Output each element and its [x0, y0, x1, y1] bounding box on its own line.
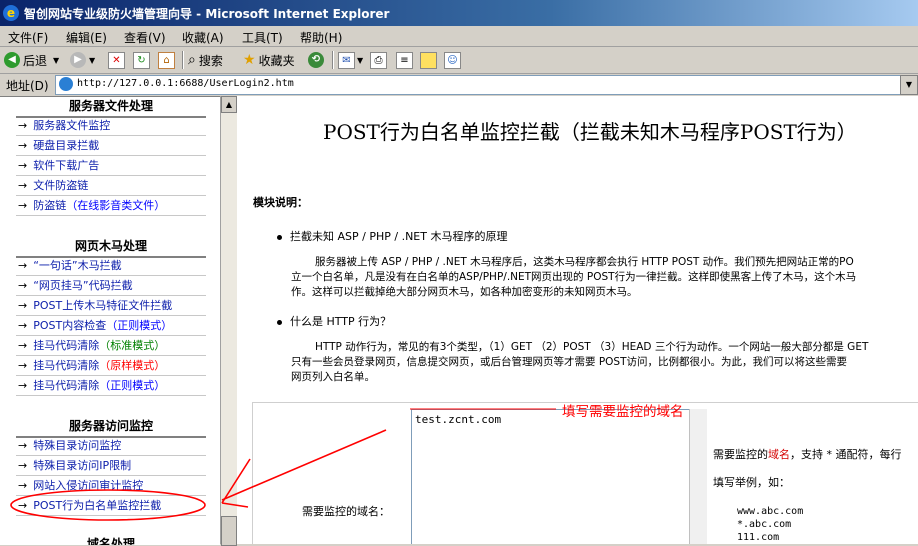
paragraph-line: 网页列入白名单。 [291, 371, 375, 383]
sidebar-section-title: 服务器文件处理 [16, 97, 206, 118]
sidebar-item[interactable]: → 防盗链（在线影音类文件） [16, 197, 206, 216]
note-icon [420, 51, 437, 69]
print-button[interactable]: ⎙ [370, 50, 387, 70]
example-label: 填写举例，如： [713, 476, 790, 489]
sidebar-item[interactable]: → 服务器文件监控 [16, 117, 206, 136]
title-bar: e 智创网站专业级防火墙管理向导 - Microsoft Internet Ex… [0, 0, 918, 26]
refresh-button[interactable]: ↻ [133, 50, 150, 70]
sidebar-item[interactable]: → 挂马代码清除（正则模式） [16, 377, 206, 396]
sidebar-item[interactable]: → 特殊目录访问监控 [16, 437, 206, 456]
history-button[interactable]: ⟲ [308, 50, 327, 70]
menu-file[interactable]: 文件(F) [8, 29, 48, 46]
bullet-item: 什么是 HTTP 行为？ [277, 313, 391, 329]
internet-explorer-icon: e [3, 5, 19, 21]
page-title: POST行为白名单监控拦截（拦截未知木马程序POST行为） [323, 120, 857, 144]
sidebar-item[interactable]: → 挂马代码清除（原样模式） [16, 357, 206, 376]
favorites-label: 收藏夹 [258, 53, 295, 68]
home-button[interactable]: ⌂ [158, 50, 175, 70]
textarea-scrollbar[interactable] [689, 409, 707, 544]
toolbar-separator [182, 51, 184, 69]
help-text: 需要监控的域名，支持 * 通配符，每行 [713, 448, 902, 461]
menu-view[interactable]: 查看(V) [124, 29, 166, 46]
menu-bar: 文件(F) 编辑(E) 查看(V) 收藏(A) 工具(T) 帮助(H) [0, 26, 918, 47]
sidebar-item[interactable]: → 文件防盗链 [16, 177, 206, 196]
stop-button[interactable]: ✕ [108, 50, 125, 70]
sidebar-section-title: 服务器访问监控 [16, 417, 206, 438]
sidebar-item[interactable]: → 特殊目录访问IP限制 [16, 457, 206, 476]
address-bar: 地址(D) http://127.0.0.1:6688/UserLogin2.h… [0, 73, 918, 95]
address-label: 地址(D) [6, 79, 49, 93]
sidebar-item[interactable]: → “一句话”木马拦截 [16, 257, 206, 276]
forward-arrow-icon: ▶ [70, 52, 86, 68]
scroll-thumb[interactable] [221, 516, 237, 546]
home-icon: ⌂ [158, 51, 175, 69]
paragraph-line: 作。这样可以拦截掉绝大部分网页木马，如各种加密变形的未知网页木马。 [291, 286, 638, 298]
paragraph-line: 立一个白名单，凡是没有在白名单的ASP/PHP/.NET网页出现的 POST行为… [291, 271, 857, 283]
domain-textarea[interactable]: test.zcnt.com [411, 409, 706, 544]
messenger-icon: ☺ [444, 51, 461, 69]
bullet-icon [277, 319, 282, 325]
address-url[interactable]: http://127.0.0.1:6688/UserLogin2.htm [77, 78, 294, 89]
star-icon: ★ [243, 52, 256, 68]
favorites-button[interactable]: ★ 收藏夹 [243, 50, 295, 70]
sidebar-section-title: 网页木马处理 [16, 237, 206, 258]
paragraph-line: 只有一些会员登录网页，信息提交网页，或后台管理网页等才需要 POST访问，比例都… [291, 356, 848, 368]
menu-tools[interactable]: 工具(T) [242, 29, 283, 46]
domain-value[interactable]: test.zcnt.com [415, 413, 501, 426]
discuss-button[interactable] [420, 50, 437, 70]
menu-edit[interactable]: 编辑(E) [66, 29, 107, 46]
messenger-button[interactable]: ☺ [444, 50, 461, 70]
sidebar-scrollbar[interactable]: ▲ [220, 96, 237, 546]
module-label: 模块说明： [253, 196, 308, 209]
edit-button[interactable]: ≡ [396, 50, 413, 70]
sidebar-item-post-whitelist[interactable]: → POST行为白名单监控拦截 [16, 497, 206, 516]
back-arrow-icon: ◀ [4, 52, 20, 68]
sidebar-frame: 服务器文件处理 → 服务器文件监控 → 硬盘目录拦截 → 软件下载广告 → 文件防盗链 … [0, 96, 220, 545]
history-icon: ⟲ [308, 52, 324, 68]
menu-favorites[interactable]: 收藏(A) [182, 29, 224, 46]
stop-icon: ✕ [108, 51, 125, 69]
search-button[interactable]: ⌕ 搜索 [188, 50, 223, 70]
example-domain: 111.com [737, 532, 780, 543]
mail-button[interactable]: ✉ ▼ [338, 50, 363, 70]
sidebar-item[interactable]: → POST上传木马特征文件拦截 [16, 297, 206, 316]
bullet-icon [277, 234, 282, 240]
forward-button[interactable]: ▶ ▼ [70, 50, 95, 70]
refresh-icon: ↻ [133, 51, 150, 69]
menu-help[interactable]: 帮助(H) [300, 29, 342, 46]
search-icon: ⌕ [188, 52, 196, 68]
forward-dropdown-icon[interactable]: ▼ [89, 56, 95, 65]
address-dropdown-icon[interactable]: ▼ [900, 75, 918, 95]
example-domain: *.abc.com [737, 519, 792, 530]
paragraph-line: 服务器被上传 ASP / PHP / .NET 木马程序后，这类木马程序都会执行… [315, 256, 854, 268]
search-label: 搜索 [198, 53, 223, 68]
mail-icon: ✉ [338, 51, 355, 69]
annotation-text: 填写需要监控的域名 [562, 404, 684, 420]
content-frame: POST行为白名单监控拦截（拦截未知木马程序POST行为） 模块说明： 拦截未知… [237, 96, 918, 544]
address-input[interactable]: http://127.0.0.1:6688/UserLogin2.htm [55, 75, 901, 95]
sidebar-item[interactable]: → 挂马代码清除（标准模式） [16, 337, 206, 356]
domain-field-label: 需要监控的域名： [302, 505, 390, 518]
sidebar-item[interactable]: → 软件下载广告 [16, 157, 206, 176]
toolbar-separator [332, 51, 334, 69]
sidebar-item[interactable]: → “网页挂马”代码拦截 [16, 277, 206, 296]
bullet-item: 拦截未知 ASP / PHP / .NET 木马程序的原理 [277, 228, 507, 244]
scroll-up-icon[interactable]: ▲ [221, 96, 237, 113]
print-icon: ⎙ [370, 51, 387, 69]
mail-dropdown-icon[interactable]: ▼ [357, 56, 363, 65]
window-title: 智创网站专业级防火墙管理向导 - Microsoft Internet Expl… [24, 7, 390, 21]
toolbar: ◀ 后退 ▼ ▶ ▼ ✕ ↻ ⌂ ⌕ 搜索 ★ 收藏夹 ⟲ ✉ ▼ ⎙ ≡ ☺ [0, 47, 918, 74]
paragraph-line: HTTP 动作行为，常见的有3个类型，（1）GET （2）POST （3）HEA… [315, 341, 869, 353]
example-domain: www.abc.com [737, 506, 804, 517]
sidebar-item[interactable]: → POST内容检查（正则模式） [16, 317, 206, 336]
edit-page-icon: ≡ [396, 51, 413, 69]
back-dropdown-icon[interactable]: ▼ [53, 56, 59, 65]
sidebar-item[interactable]: → 硬盘目录拦截 [16, 137, 206, 156]
back-label: 后退 [23, 53, 48, 68]
back-button[interactable]: ◀ 后退 ▼ [4, 50, 59, 70]
page-icon [59, 77, 73, 91]
sidebar-item[interactable]: → 网站入侵访问审计监控 [16, 477, 206, 496]
